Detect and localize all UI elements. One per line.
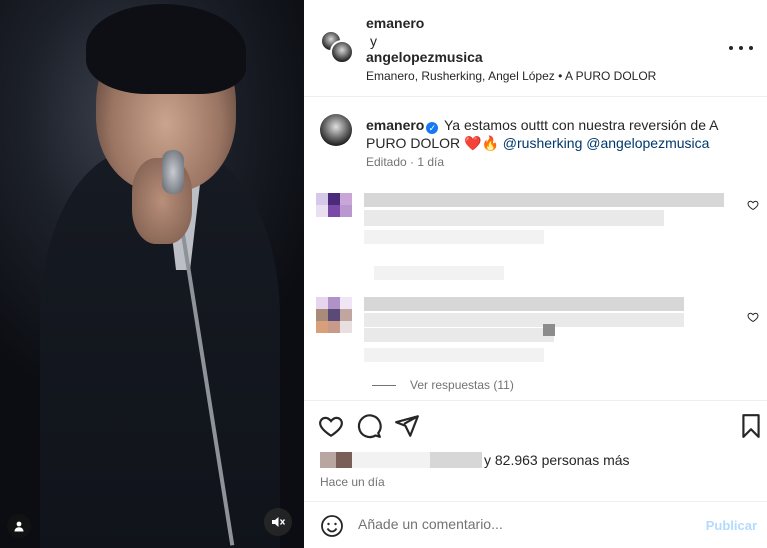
comment-input[interactable] xyxy=(358,516,678,532)
author-username[interactable]: emanero xyxy=(366,15,424,31)
post-header: emanero y angelopezmusica Emanero, Rushe… xyxy=(304,0,767,97)
replies-divider xyxy=(372,384,396,386)
post-actions xyxy=(304,400,767,448)
avatar[interactable] xyxy=(320,114,352,146)
comment-text xyxy=(364,313,684,327)
collab-avatars[interactable] xyxy=(320,30,354,64)
likes-count[interactable]: y 82.963 personas más xyxy=(484,452,630,468)
bookmark-icon[interactable] xyxy=(738,413,764,439)
comment-emoji xyxy=(543,324,555,336)
caption-time: 1 día xyxy=(417,155,445,169)
audio-attribution[interactable]: Emanero, Rusherking, Angel López • A PUR… xyxy=(366,69,656,83)
comment-text xyxy=(364,328,554,342)
heart-icon[interactable] xyxy=(318,413,344,439)
singer-hair xyxy=(86,4,246,94)
comment-icon[interactable] xyxy=(356,413,382,439)
emoji-icon[interactable] xyxy=(320,514,344,538)
avatar xyxy=(320,452,336,468)
avatar xyxy=(336,452,352,468)
collab-username[interactable]: angelopezmusica xyxy=(366,49,483,65)
edited-label: Editado xyxy=(366,155,407,169)
add-comment-bar: Publicar xyxy=(304,501,767,548)
user-tag-icon[interactable] xyxy=(7,514,31,538)
verified-badge-icon: ✓ xyxy=(426,122,439,134)
publish-button[interactable]: Publicar xyxy=(706,518,757,533)
more-options-icon[interactable] xyxy=(729,38,753,58)
caption-text: emanero ✓ Ya estamos outtt con nuestra re… xyxy=(366,116,756,152)
view-replies-link[interactable]: Ver respuestas (11) xyxy=(372,378,514,392)
comment-text xyxy=(364,230,544,244)
share-icon[interactable] xyxy=(394,413,420,439)
post-time[interactable]: Hace un día xyxy=(320,475,385,489)
heart-icon[interactable] xyxy=(747,311,759,323)
mention-link[interactable]: @angelopezmusica xyxy=(586,135,709,151)
caption-meta: Editado · 1 día xyxy=(366,155,445,169)
comment-text xyxy=(364,297,684,311)
collab-connector: y xyxy=(370,33,377,49)
liked-by-names xyxy=(430,452,482,468)
microphone xyxy=(162,150,184,194)
view-replies-label: Ver respuestas (11) xyxy=(410,378,514,392)
comment-meta xyxy=(374,266,504,280)
avatar[interactable] xyxy=(316,297,352,333)
muted-speaker-icon[interactable] xyxy=(264,508,292,536)
liked-by-names xyxy=(352,452,430,468)
caption-emoji: ❤️🔥 xyxy=(464,135,499,151)
post-video[interactable] xyxy=(0,0,304,548)
caption-username[interactable]: emanero xyxy=(366,117,424,133)
comment-text xyxy=(364,210,664,226)
avatar[interactable] xyxy=(316,193,352,229)
mention-link[interactable]: @rusherking xyxy=(503,135,583,151)
comment-meta xyxy=(364,348,544,362)
post-details-panel: emanero y angelopezmusica Emanero, Rushe… xyxy=(304,0,767,548)
avatar xyxy=(330,40,354,64)
comment-text xyxy=(364,193,724,207)
heart-icon[interactable] xyxy=(747,199,759,211)
